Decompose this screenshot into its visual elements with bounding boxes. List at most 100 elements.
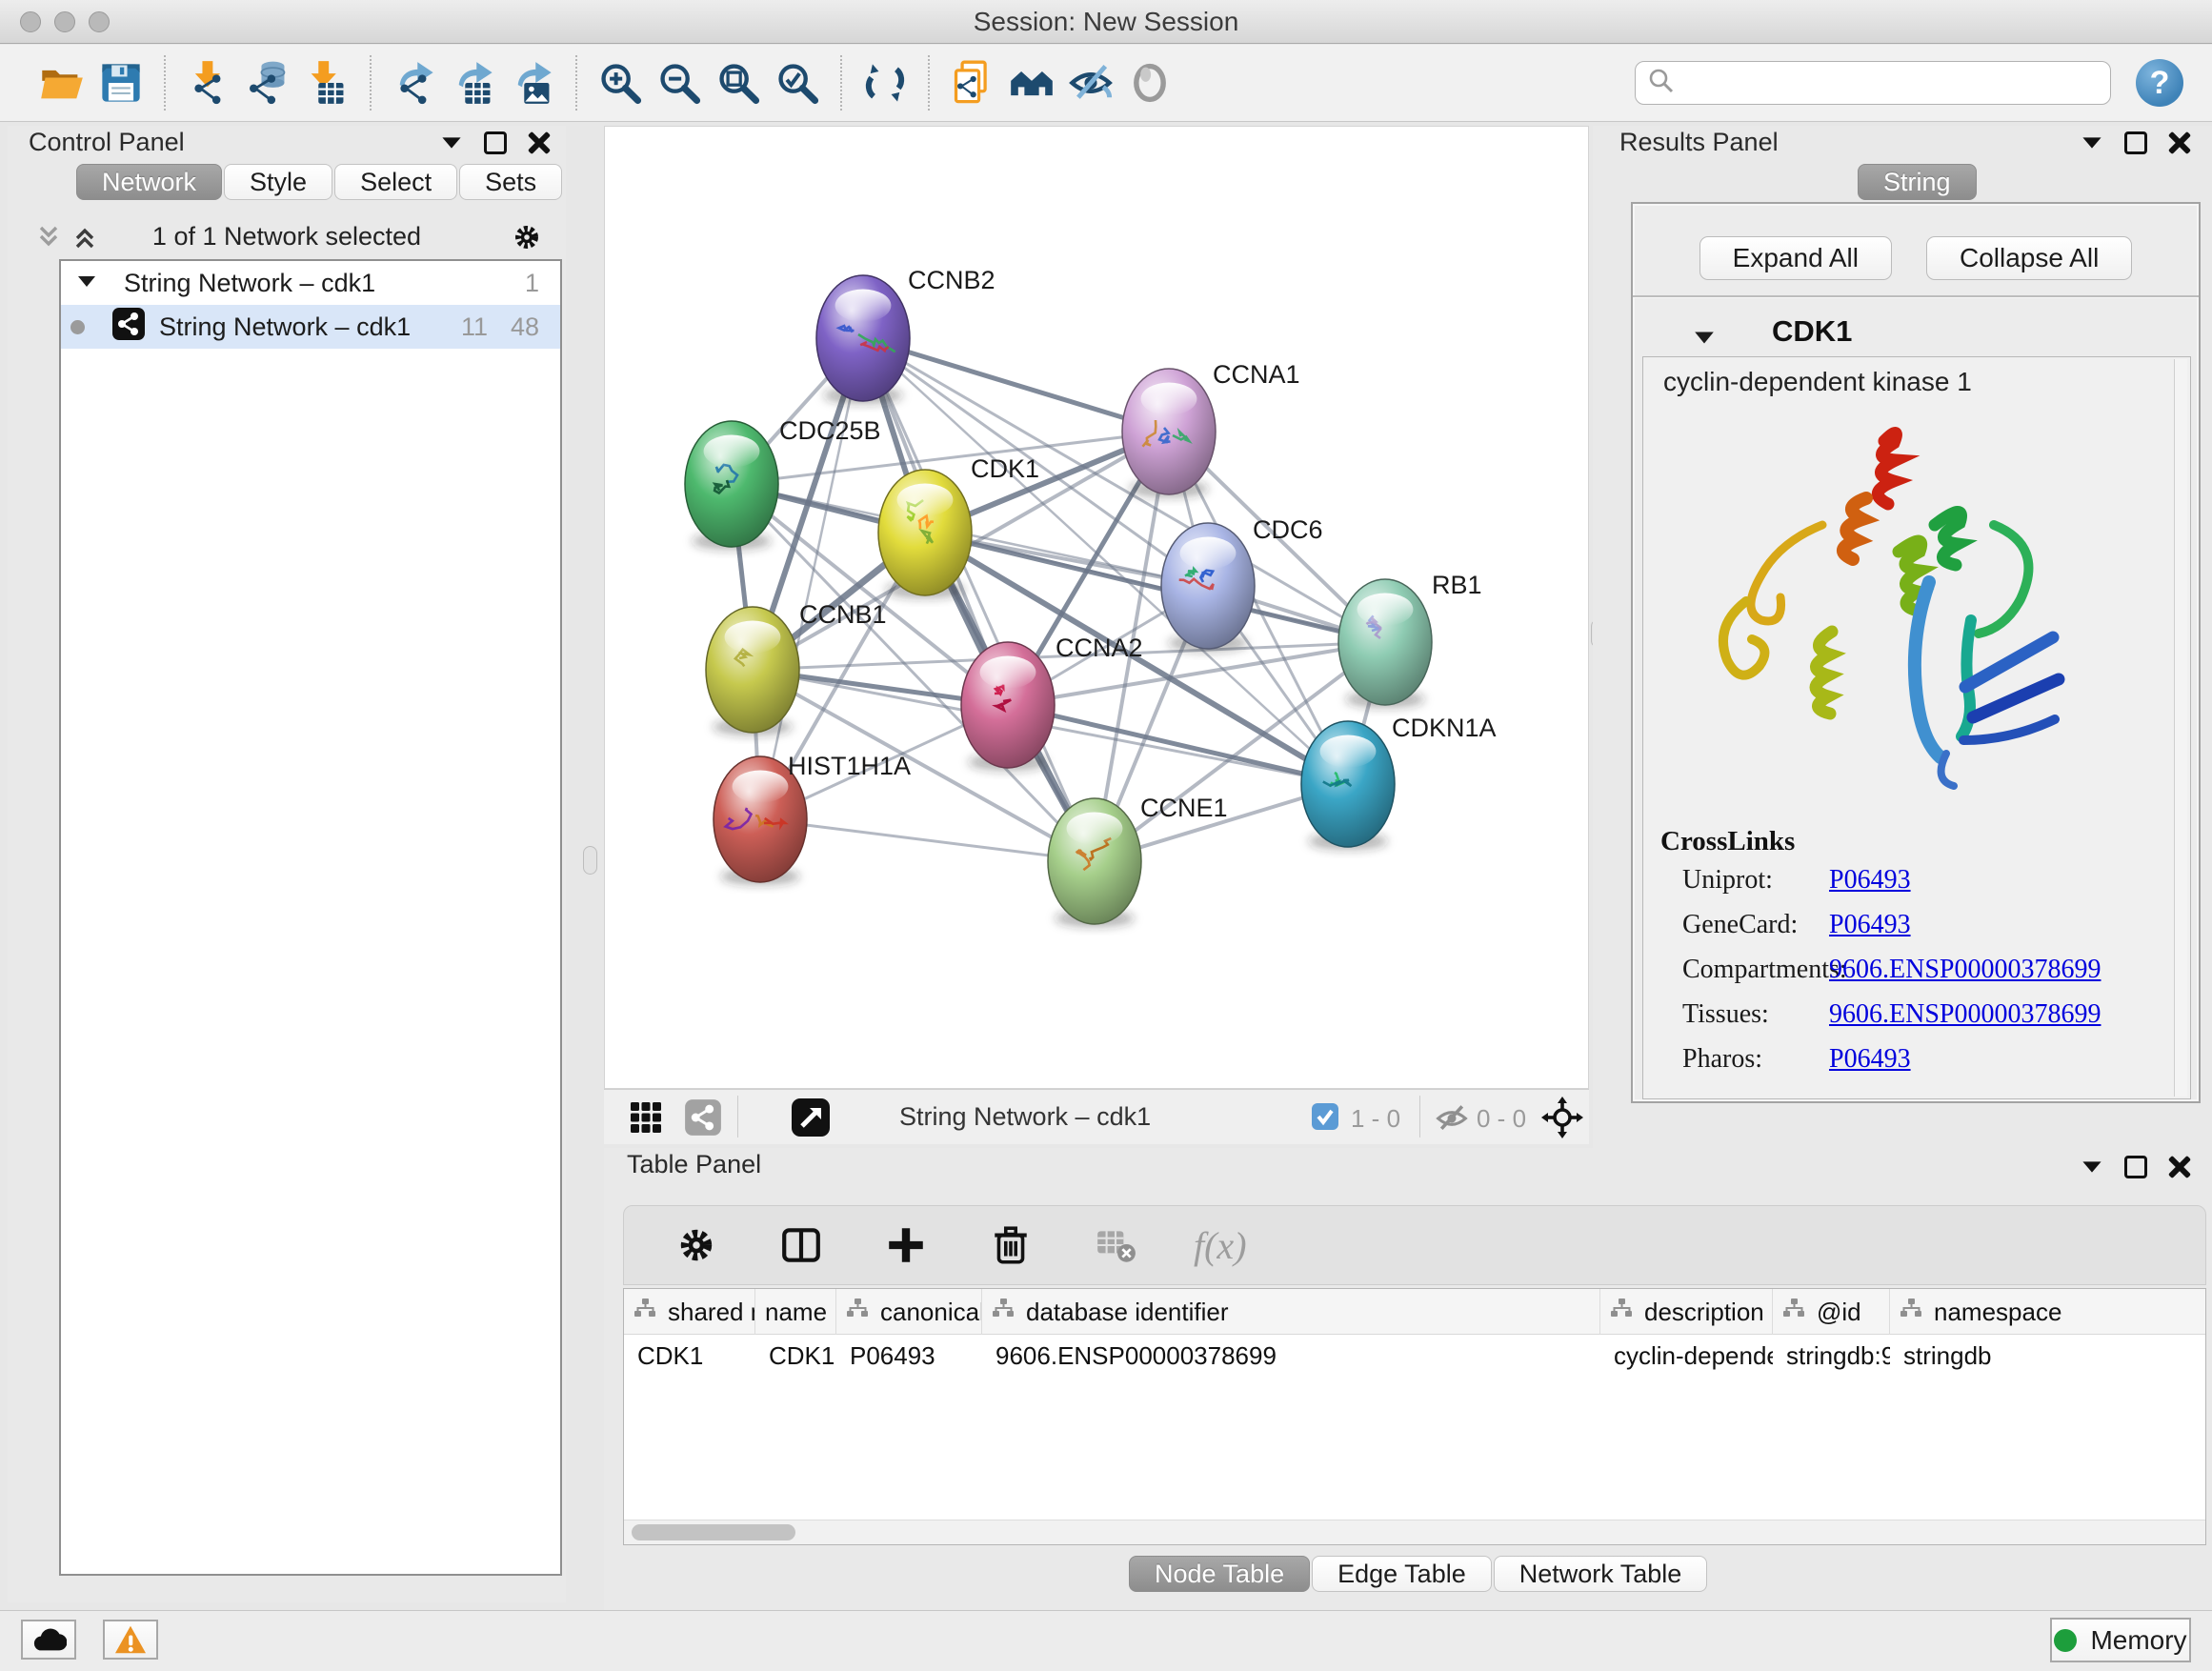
panel-float-icon[interactable]	[2124, 1156, 2147, 1178]
search-box[interactable]	[1635, 61, 2111, 105]
panel-menu-icon[interactable]	[2082, 137, 2101, 148]
memory-label: Memory	[2090, 1625, 2186, 1656]
show-all-icon[interactable]	[1120, 53, 1179, 112]
import-database-icon[interactable]	[238, 53, 297, 112]
tab-edge-table[interactable]: Edge Table	[1312, 1556, 1492, 1592]
left-splitter-handle[interactable]	[583, 846, 597, 875]
pan-crosshair-icon[interactable]	[1541, 1097, 1583, 1143]
column-header-canonical-name[interactable]: canonical name	[836, 1289, 982, 1335]
network-edge[interactable]	[760, 819, 1095, 861]
export-table-icon[interactable]	[444, 53, 503, 112]
panel-float-icon[interactable]	[484, 131, 507, 154]
network-node-CCNA1[interactable]	[1122, 369, 1216, 497]
table-settings-gear-icon[interactable]	[670, 1218, 723, 1272]
zoom-out-icon[interactable]	[650, 53, 709, 112]
zoom-selected-icon[interactable]	[768, 53, 827, 112]
panel-float-icon[interactable]	[2124, 131, 2147, 154]
clone-network-icon[interactable]	[943, 53, 1002, 112]
tab-network[interactable]: Network	[76, 164, 222, 200]
column-header-database-identifier[interactable]: database identifier	[982, 1289, 1600, 1335]
network-graph[interactable]: CCNB2CCNA1CDC25BCDK1CDC6RB1CCNB1CCNA2CDK…	[605, 127, 1590, 1090]
zoom-in-icon[interactable]	[591, 53, 650, 112]
panel-close-icon[interactable]	[2168, 131, 2191, 154]
save-session-icon[interactable]	[91, 53, 151, 112]
column-header--id[interactable]: @id	[1773, 1289, 1890, 1335]
column-header-description[interactable]: description	[1600, 1289, 1773, 1335]
first-neighbors-icon[interactable]	[1002, 53, 1061, 112]
memory-button[interactable]: Memory	[2050, 1618, 2191, 1662]
network-node-CDKN1A[interactable]	[1301, 721, 1395, 850]
network-view-canvas[interactable]: CCNB2CCNA1CDC25BCDK1CDC6RB1CCNB1CCNA2CDK…	[604, 126, 1589, 1089]
node-label-CCNB2: CCNB2	[908, 266, 995, 294]
collapse-all-button[interactable]: Collapse All	[1926, 236, 2132, 280]
table-cell[interactable]: stringdb	[1890, 1335, 2206, 1377]
gene-section-header[interactable]: CDK1	[1633, 311, 2199, 356]
export-image-icon[interactable]	[503, 53, 562, 112]
create-column-plus-icon[interactable]	[879, 1218, 933, 1272]
expand-all-button[interactable]: Expand All	[1699, 236, 1892, 280]
table-cell[interactable]: CDK1	[624, 1335, 755, 1377]
table-cell[interactable]: cyclin-dependent ...	[1600, 1335, 1773, 1377]
column-header-shared-name[interactable]: shared name	[624, 1289, 755, 1335]
delete-column-trash-icon[interactable]	[984, 1218, 1037, 1272]
birds-eye-view-icon[interactable]	[791, 1097, 831, 1142]
show-column-icon[interactable]	[774, 1218, 828, 1272]
toolbar-separator	[370, 55, 372, 111]
network-node-RB1[interactable]	[1338, 579, 1432, 708]
current-network-dot-icon	[70, 320, 85, 334]
tab-select[interactable]: Select	[334, 164, 457, 200]
crosslink-link[interactable]: 9606.ENSP00000378699	[1829, 999, 2101, 1030]
crosslinks-section: CrossLinks Uniprot:P06493GeneCard:P06493…	[1643, 826, 2190, 1081]
help-button[interactable]: ?	[2136, 59, 2183, 107]
crosslink-link[interactable]: P06493	[1829, 865, 1911, 896]
import-table-icon[interactable]	[297, 53, 356, 112]
network-node-CDC25B[interactable]	[685, 421, 778, 550]
open-session-icon[interactable]	[32, 53, 91, 112]
table-cell[interactable]: 9606.ENSP00000378699	[982, 1335, 1600, 1377]
tab-node-table[interactable]: Node Table	[1129, 1556, 1310, 1592]
network-row[interactable]: String Network – cdk1 11 48	[61, 305, 560, 349]
tab-sets[interactable]: Sets	[459, 164, 562, 200]
collection-expand-icon[interactable]	[76, 269, 97, 298]
gene-collapse-icon[interactable]	[1693, 326, 1716, 353]
network-node-CCNB1[interactable]	[706, 607, 799, 735]
network-edge[interactable]	[1008, 705, 1348, 784]
column-type-icon	[846, 1298, 869, 1327]
network-collection-row[interactable]: String Network – cdk1 1	[61, 261, 560, 305]
share-view-icon[interactable]	[684, 1098, 722, 1141]
selected-checkbox-icon[interactable]	[1311, 1102, 1339, 1136]
export-network-icon[interactable]	[385, 53, 444, 112]
hide-selected-icon[interactable]	[1061, 53, 1120, 112]
crosslink-link[interactable]: 9606.ENSP00000378699	[1829, 955, 2101, 985]
hidden-eye-icon[interactable]	[1435, 1101, 1469, 1140]
table-hscrollbar-thumb[interactable]	[632, 1524, 795, 1540]
zoom-fit-icon[interactable]	[709, 53, 768, 112]
cloud-button[interactable]	[21, 1620, 76, 1660]
network-node-CCNE1[interactable]	[1048, 798, 1141, 927]
column-header-namespace[interactable]: namespace	[1890, 1289, 2206, 1335]
network-selection-summary: 1 of 1 Network selected	[8, 222, 566, 252]
network-options-gear-icon[interactable]	[511, 221, 543, 258]
network-edge[interactable]	[863, 338, 1095, 861]
warnings-button[interactable]	[103, 1620, 158, 1660]
panel-menu-icon[interactable]	[442, 137, 460, 148]
tab-style[interactable]: Style	[224, 164, 332, 200]
tab-string[interactable]: String	[1858, 164, 1977, 200]
panel-close-icon[interactable]	[2168, 1156, 2191, 1178]
search-input[interactable]	[1676, 69, 2099, 98]
import-network-icon[interactable]	[179, 53, 238, 112]
crosslink-link[interactable]: P06493	[1829, 1044, 1911, 1075]
crosslink-link[interactable]: P06493	[1829, 910, 1911, 940]
table-cell[interactable]: stringdb:9...	[1773, 1335, 1890, 1377]
results-scrollbar[interactable]	[2174, 359, 2187, 1097]
column-header-name[interactable]: name	[755, 1289, 836, 1335]
grid-view-icon[interactable]	[629, 1100, 663, 1139]
refresh-layout-icon[interactable]	[855, 53, 915, 112]
panel-menu-icon[interactable]	[2082, 1161, 2101, 1172]
search-icon	[1647, 67, 1676, 100]
network-node-CCNB2[interactable]	[816, 275, 910, 404]
table-cell[interactable]: CDK1	[755, 1335, 836, 1377]
tab-network-table[interactable]: Network Table	[1494, 1556, 1708, 1592]
table-cell[interactable]: P06493	[836, 1335, 982, 1377]
panel-close-icon[interactable]	[528, 131, 551, 154]
